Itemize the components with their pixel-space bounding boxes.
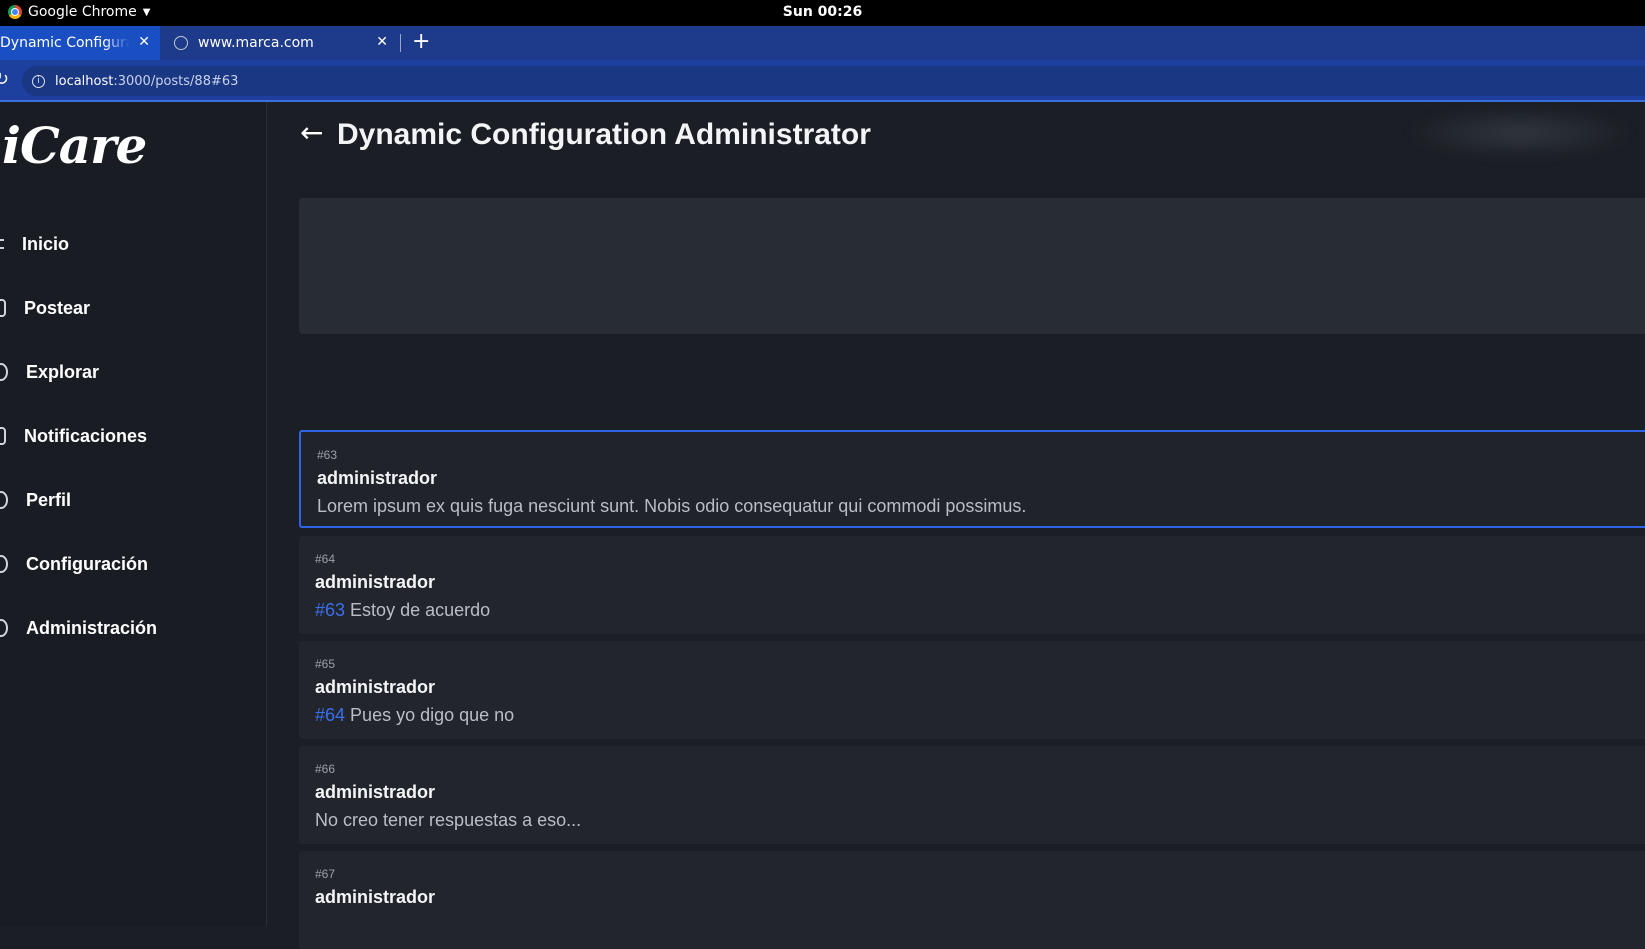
sidebar-item-label: Explorar xyxy=(26,361,100,382)
post-body: #64 Pues yo digo que no xyxy=(315,705,514,726)
post-number[interactable]: #67 xyxy=(315,867,335,881)
browser-tab-strip: Dynamic Configuration Administrator ✕ ww… xyxy=(0,26,1645,60)
post-author[interactable]: administrador xyxy=(315,887,435,908)
post-number[interactable]: #64 xyxy=(315,552,335,566)
post-text: Lorem ipsum ex quis fuga nesciunt sunt. … xyxy=(317,496,1027,516)
bell-icon xyxy=(0,427,6,445)
post-reference-link[interactable]: #64 xyxy=(315,705,345,725)
user-icon xyxy=(0,491,8,509)
post-author[interactable]: administrador xyxy=(315,572,435,593)
close-icon[interactable]: ✕ xyxy=(376,34,388,50)
sidebar-item-perfil[interactable]: Perfil xyxy=(0,485,71,515)
sidebar-item-configuracion[interactable]: Configuración xyxy=(0,549,148,579)
sidebar-item-explorar[interactable]: Explorar xyxy=(0,357,99,387)
tab-title: www.marca.com xyxy=(198,35,314,51)
post-reference-link[interactable]: #63 xyxy=(315,600,345,620)
tab-separator xyxy=(400,34,401,52)
sidebar: iCare Inicio Postear Explorar Notificaci… xyxy=(0,102,267,926)
sidebar-item-postear[interactable]: Postear xyxy=(0,293,90,323)
post-body: No creo tener respuestas a eso... xyxy=(315,810,581,831)
browser-tab[interactable]: www.marca.com ✕ xyxy=(160,26,398,60)
url-path: :3000/posts/88#63 xyxy=(113,73,239,89)
page-title: Dynamic Configuration Administrator xyxy=(337,118,871,151)
url-text: localhost:3000/posts/88#63 xyxy=(55,74,238,89)
post-author[interactable]: administrador xyxy=(315,782,435,803)
post-card[interactable]: #66 administrador No creo tener respuest… xyxy=(299,746,1645,844)
new-tab-button[interactable]: + xyxy=(412,29,430,54)
post-number[interactable]: #66 xyxy=(315,762,335,776)
blurred-region xyxy=(1405,108,1635,158)
address-bar[interactable]: i localhost:3000/posts/88#63 xyxy=(22,66,1645,96)
post-number[interactable]: #63 xyxy=(317,448,337,462)
post-card[interactable]: #67 administrador xyxy=(299,851,1645,949)
sidebar-item-inicio[interactable]: Inicio xyxy=(0,229,69,259)
post-text: Pues yo digo que no xyxy=(345,705,515,725)
post-card[interactable]: #64 administrador #63 Estoy de acuerdo xyxy=(299,536,1645,634)
gear-icon xyxy=(0,555,8,573)
post-body: Lorem ipsum ex quis fuga nesciunt sunt. … xyxy=(317,496,1026,517)
globe-icon xyxy=(174,36,188,50)
reload-icon[interactable]: ↻ xyxy=(0,69,9,90)
os-top-bar: Google Chrome ▼ Sun 00:26 xyxy=(0,0,1645,26)
post-composer[interactable] xyxy=(299,198,1645,334)
sidebar-item-label: Perfil xyxy=(26,489,72,510)
url-host: localhost xyxy=(55,73,114,89)
sidebar-item-label: Postear xyxy=(24,297,91,318)
post-card[interactable]: #65 administrador #64 Pues yo digo que n… xyxy=(299,641,1645,739)
back-arrow-icon[interactable]: ← xyxy=(300,116,323,149)
home-icon xyxy=(0,239,4,249)
sidebar-item-administracion[interactable]: Administración xyxy=(0,613,157,643)
post-icon xyxy=(0,299,6,317)
browser-toolbar: ↻ i localhost:3000/posts/88#63 xyxy=(0,60,1645,102)
post-author[interactable]: administrador xyxy=(315,677,435,698)
post-number[interactable]: #65 xyxy=(315,657,335,671)
tab-title: Dynamic Configuration Administrator xyxy=(0,35,130,51)
post-card[interactable]: #63 administrador Lorem ipsum ex quis fu… xyxy=(299,430,1645,528)
info-icon[interactable]: i xyxy=(32,74,45,88)
admin-icon xyxy=(0,619,8,637)
post-author[interactable]: administrador xyxy=(317,468,437,489)
post-body: #63 Estoy de acuerdo xyxy=(315,600,490,621)
os-clock[interactable]: Sun 00:26 xyxy=(0,4,1645,20)
browser-tab-active[interactable]: Dynamic Configuration Administrator ✕ xyxy=(0,26,160,60)
post-text: Estoy de acuerdo xyxy=(345,600,491,620)
close-icon[interactable]: ✕ xyxy=(138,34,150,50)
app-logo[interactable]: iCare xyxy=(2,116,147,175)
compass-icon xyxy=(0,363,8,381)
sidebar-item-label: Inicio xyxy=(22,233,70,254)
sidebar-item-label: Administración xyxy=(26,617,158,638)
sidebar-item-label: Notificaciones xyxy=(24,425,148,446)
post-text: No creo tener respuestas a eso... xyxy=(315,810,582,830)
sidebar-item-label: Configuración xyxy=(26,553,148,574)
main-content: ← Dynamic Configuration Administrator #6… xyxy=(266,102,1645,949)
sidebar-item-notificaciones[interactable]: Notificaciones xyxy=(0,421,147,451)
